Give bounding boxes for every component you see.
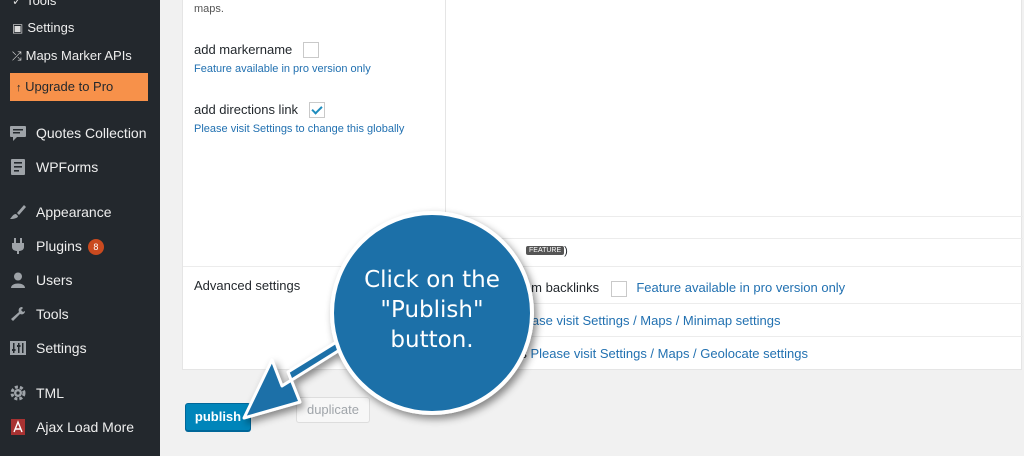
marker-settings-panel: maps. add markername Feature available i… bbox=[182, 0, 1023, 370]
geolocate-row: ings Please visit Settings / Maps / Geol… bbox=[503, 346, 808, 361]
add-markername-label: add markername bbox=[194, 42, 293, 57]
advanced-settings-label: Advanced settings bbox=[194, 278, 301, 293]
sidebar-item-tml[interactable]: TML bbox=[0, 379, 160, 407]
divider bbox=[183, 266, 1023, 267]
settings-sliders-icon bbox=[10, 341, 26, 355]
shuffle-icon: ⤮ bbox=[12, 49, 22, 63]
publish-button[interactable]: publish bbox=[185, 403, 251, 431]
duplicate-button[interactable]: duplicate bbox=[296, 397, 370, 423]
plug-icon bbox=[12, 238, 24, 254]
sidebar-item-plugins[interactable]: Plugins 8 bbox=[0, 232, 160, 260]
backlinks-pro-link[interactable]: Feature available in pro version only bbox=[636, 280, 845, 295]
sidebar-item-quotes-collection[interactable]: Quotes Collection bbox=[0, 119, 160, 147]
geolocate-settings-link[interactable]: Please visit Settings / Maps / Geolocate… bbox=[530, 346, 807, 361]
sidebar-subitem-settings[interactable]: ▣ Settings bbox=[12, 20, 74, 35]
add-directions-checkbox[interactable] bbox=[308, 101, 325, 118]
divider bbox=[445, 303, 1023, 304]
settings-square-icon: ▣ bbox=[12, 21, 24, 35]
admin-sidebar: ✓ Tools ▣ Settings ⤮ Maps Marker APIs ↑ Upg… bbox=[0, 0, 160, 456]
forms-icon bbox=[11, 159, 25, 175]
add-markername-checkbox[interactable] bbox=[302, 41, 319, 58]
quote-icon bbox=[10, 126, 26, 141]
plugins-update-badge: 8 bbox=[87, 239, 104, 256]
user-icon bbox=[11, 272, 25, 288]
sidebar-subitem-tools[interactable]: ✓ Tools bbox=[12, 0, 56, 8]
minimap-settings-link[interactable]: Please visit Settings / Maps / Minimap s… bbox=[513, 313, 780, 328]
add-directions-label: add directions link bbox=[194, 102, 299, 117]
sidebar-subitem-maps-marker-apis[interactable]: ⤮ Maps Marker APIs bbox=[12, 48, 132, 64]
sidebar-item-users[interactable]: Users bbox=[0, 266, 160, 294]
minimap-row: s Please visit Settings / Maps / Minimap… bbox=[503, 313, 781, 328]
sidebar-item-settings[interactable]: Settings bbox=[0, 334, 160, 362]
add-markername-option: add markername bbox=[194, 41, 319, 59]
sidebar-item-ajax-load-more[interactable]: Ajax Load More bbox=[0, 413, 160, 441]
divider bbox=[445, 336, 1023, 337]
check-icon: ✓ bbox=[12, 0, 23, 8]
paintbrush-icon bbox=[10, 205, 26, 219]
sidebar-item-wpforms[interactable]: WPForms bbox=[0, 153, 160, 181]
ajax-logo-icon bbox=[11, 419, 25, 435]
directions-settings-note: Please visit Settings to change this glo… bbox=[194, 123, 405, 135]
wrench-icon bbox=[11, 307, 25, 321]
feature-tag-row: FEATURE) bbox=[526, 242, 568, 257]
divider bbox=[445, 216, 1023, 217]
upgrade-to-pro-button[interactable]: ↑ Upgrade to Pro bbox=[10, 73, 148, 101]
arrow-up-icon: ↑ bbox=[16, 82, 22, 94]
backlinks-row: er.com backlinks Feature available in pr… bbox=[503, 280, 845, 297]
sidebar-item-tools[interactable]: Tools bbox=[0, 300, 160, 328]
maps-text-fragment: maps. bbox=[194, 3, 224, 15]
marker-options-column: maps. add markername Feature available i… bbox=[183, 0, 446, 266]
sidebar-item-appearance[interactable]: Appearance bbox=[0, 198, 160, 226]
callout-text: Click on the "Publish" button. bbox=[364, 267, 500, 353]
backlinks-checkbox[interactable] bbox=[610, 280, 627, 297]
divider bbox=[445, 238, 1023, 239]
add-directions-option: add directions link bbox=[194, 101, 325, 119]
gear-icon bbox=[10, 385, 26, 401]
markername-pro-note: Feature available in pro version only bbox=[194, 63, 371, 75]
feature-tag: FEATURE bbox=[526, 246, 565, 256]
